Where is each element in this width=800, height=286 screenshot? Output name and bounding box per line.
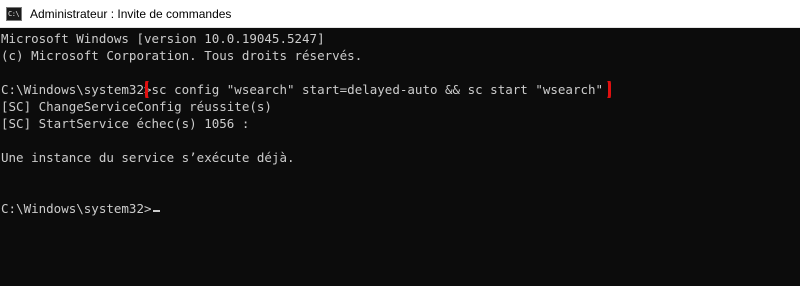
command-prompt: C:\Windows\system32>	[1, 82, 152, 97]
cmd-icon-glyph: C:\	[8, 9, 20, 18]
final-prompt: C:\Windows\system32>	[1, 201, 152, 216]
console-line: [SC] ChangeServiceConfig réussite(s)	[1, 99, 272, 114]
prompt-line: C:\Windows\system32>	[1, 200, 800, 217]
command-text: sc config "wsearch" start=delayed-auto &…	[151, 82, 604, 97]
title-bar[interactable]: C:\ Administrateur : Invite de commandes	[0, 0, 800, 28]
command-prompt-window: C:\ Administrateur : Invite de commandes…	[0, 0, 800, 286]
console-line: [SC] StartService échec(s) 1056 :	[1, 116, 250, 131]
window-title: Administrateur : Invite de commandes	[30, 6, 232, 21]
command-line: C:\Windows\system32>sc config "wsearch" …	[1, 81, 800, 98]
console-output[interactable]: Microsoft Windows [version 10.0.19045.52…	[0, 28, 800, 286]
highlighted-command: sc config "wsearch" start=delayed-auto &…	[144, 81, 612, 98]
text-cursor	[152, 210, 160, 212]
console-line: Microsoft Windows [version 10.0.19045.52…	[1, 31, 325, 46]
console-line: (c) Microsoft Corporation. Tous droits r…	[1, 48, 363, 63]
console-line: Une instance du service s’exécute déjà.	[1, 150, 295, 165]
cmd-icon: C:\	[6, 6, 22, 21]
